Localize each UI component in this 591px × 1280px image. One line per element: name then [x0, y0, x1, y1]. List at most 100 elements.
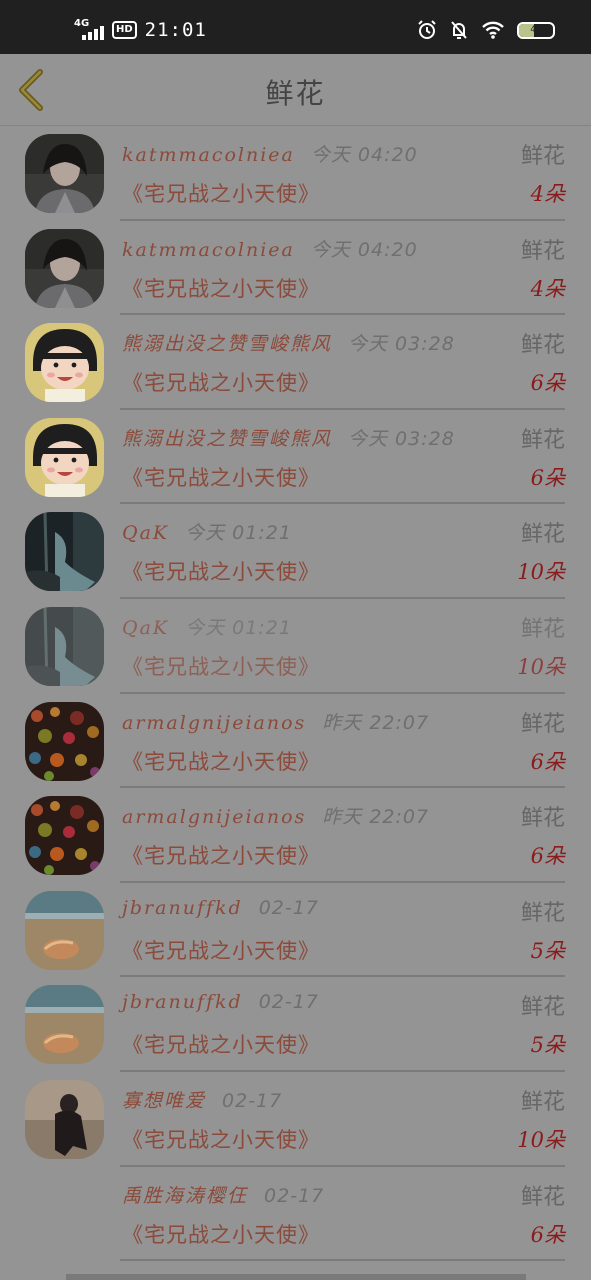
send-time: 今天 01:21	[185, 616, 292, 639]
sender-line: 熊溺出没之赞雪峻熊风 今天 03:28	[122, 329, 455, 356]
sender-line: QaK 今天 01:21	[122, 613, 292, 640]
hd-badge: HD	[112, 21, 137, 39]
avatar[interactable]	[25, 417, 104, 497]
send-time: 今天 04:20	[310, 144, 418, 166]
sender-name[interactable]: QaK	[122, 522, 169, 544]
sender-name[interactable]: 熊溺出没之赞雪峻熊风	[122, 333, 332, 355]
avatar[interactable]	[25, 512, 104, 592]
sender-name[interactable]: 禹胜海涛樱仼	[122, 1185, 248, 1207]
avatar[interactable]	[25, 134, 104, 213]
list-item[interactable]: katmmacolniea 今天 04:20 鲜花 《宅兄战之小天使》 4朵	[0, 126, 591, 221]
book-title[interactable]: 《宅兄战之小天使》	[122, 367, 320, 397]
sender-name[interactable]: jbranuffkd	[122, 897, 243, 919]
page-title: 鲜花	[265, 77, 326, 110]
book-title[interactable]: 《宅兄战之小天使》	[122, 840, 320, 870]
list-item[interactable]: armalgnijeianos 昨天 22:07 鲜花《宅兄战之小天使》 6朵	[0, 788, 591, 883]
sender-line: katmmacolniea 今天 04:20	[122, 235, 418, 262]
book-title[interactable]: 《宅兄战之小天使》	[122, 556, 320, 586]
list-item[interactable]: 禹胜海涛樱仼 02-17 鲜花《宅兄战之小天使》 6朵	[0, 1167, 591, 1262]
avatar[interactable]	[25, 796, 104, 876]
flower-count: 6朵	[530, 749, 565, 774]
avatar[interactable]	[25, 323, 104, 403]
book-title[interactable]: 《宅兄战之小天使》	[122, 462, 320, 492]
send-time: 02-17	[264, 1184, 325, 1207]
alarm-icon	[418, 20, 436, 39]
avatar[interactable]	[25, 701, 104, 781]
list-item[interactable]: katmmacolniea 今天 04:20 鲜花《宅兄战之小天使》 4朵	[0, 221, 591, 316]
flower-count: 10朵	[517, 1127, 565, 1152]
flower-count: 4朵	[530, 276, 565, 301]
send-time: 今天 01:21	[185, 522, 292, 545]
sender-name[interactable]: jbranuffkd	[122, 991, 243, 1013]
flower-record-list: katmmacolniea 今天 04:20 鲜花 《宅兄战之小天使》 4朵 katmma…	[0, 126, 591, 1262]
send-time: 02-17	[222, 1089, 283, 1112]
sender-line: armalgnijeianos 昨天 22:07	[122, 802, 429, 829]
wifi-icon	[482, 21, 504, 39]
avatar[interactable]	[25, 890, 104, 970]
list-item[interactable]: jbranuffkd 02-17 鲜花《宅兄战之小天使》 5朵	[0, 977, 591, 1072]
send-time: 昨天 22:07	[322, 806, 430, 829]
list-item[interactable]: jbranuffkd 02-17 鲜花 《宅兄战之小天使》 5朵	[0, 883, 591, 978]
book-title[interactable]: 《宅兄战之小天使》	[122, 1219, 320, 1249]
sender-line: 熊溺出没之赞雪峻熊风 今天 03:28	[122, 424, 455, 451]
sender-line: QaK 今天 01:21	[122, 518, 292, 545]
book-title[interactable]: 《宅兄战之小天使》	[122, 273, 320, 303]
gift-type: 鲜花	[520, 616, 565, 642]
sender-name[interactable]: armalgnijeianos	[122, 806, 306, 828]
battery-icon: 45	[517, 21, 555, 39]
send-time: 今天 03:28	[348, 333, 455, 356]
list-item[interactable]: 熊溺出没之赞雪峻熊风 今天 03:28 鲜花 《宅兄战之小天使》 6朵	[0, 410, 591, 505]
flower-count: 5朵	[530, 938, 565, 963]
flower-count: 6朵	[530, 844, 565, 869]
sender-name[interactable]: QaK	[122, 617, 169, 639]
row-divider	[120, 1259, 565, 1262]
sender-line: jbranuffkd 02-17	[122, 897, 319, 919]
book-title[interactable]: 《宅兄战之小天使》	[122, 746, 320, 776]
book-title[interactable]: 《宅兄战之小天使》	[122, 1029, 320, 1059]
status-time: 21:01	[144, 19, 207, 41]
app-header: 鲜花	[0, 54, 591, 126]
list-item[interactable]: 寡想唯爱 02-17 鲜花《宅兄战之小天使》 10朵	[0, 1072, 591, 1167]
status-left: 4G HD 21:01	[74, 18, 207, 42]
flower-count: 5朵	[530, 1033, 565, 1058]
gift-type: 鲜花	[520, 806, 565, 832]
sender-name[interactable]: 熊溺出没之赞雪峻熊风	[122, 428, 332, 450]
flower-count: 6朵	[530, 371, 565, 396]
book-title[interactable]: 《宅兄战之小天使》	[122, 178, 320, 208]
sender-line: 寡想唯爱 02-17	[122, 1086, 282, 1113]
gift-type: 鲜花	[520, 522, 565, 548]
sender-line: 禹胜海涛樱仼 02-17	[122, 1181, 324, 1208]
list-item[interactable]: 熊溺出没之赞雪峻熊风 今天 03:28 鲜花 《宅兄战之小天使》 6朵	[0, 315, 591, 410]
sender-line: jbranuffkd 02-17	[122, 991, 319, 1013]
list-item[interactable]: QaK 今天 01:21 鲜花《宅兄战之小天使》 10朵	[0, 599, 591, 694]
avatar[interactable]	[25, 228, 104, 308]
list-item[interactable]: QaK 今天 01:21 鲜花 《宅兄战之小天使》 10朵	[0, 504, 591, 599]
gift-type: 鲜花	[520, 1089, 565, 1115]
mute-bell-icon	[451, 21, 467, 39]
sender-name[interactable]: katmmacolniea	[122, 144, 295, 166]
status-right: 45	[417, 20, 555, 40]
book-title[interactable]: 《宅兄战之小天使》	[122, 651, 320, 681]
gift-type: 鲜花	[520, 144, 565, 169]
send-time: 昨天 22:07	[322, 711, 430, 734]
bottom-strip	[66, 1274, 526, 1280]
avatar[interactable]	[25, 606, 104, 686]
flower-count: 6朵	[530, 1222, 565, 1247]
book-title[interactable]: 《宅兄战之小天使》	[122, 935, 320, 965]
gift-type: 鲜花	[520, 427, 565, 453]
avatar[interactable]	[25, 1079, 104, 1159]
avatar[interactable]	[25, 985, 104, 1065]
book-title[interactable]: 《宅兄战之小天使》	[122, 1124, 320, 1154]
list-item[interactable]: armalgnijeianos 昨天 22:07 鲜花《宅兄战之小天使》 6朵	[0, 694, 591, 789]
sender-line: armalgnijeianos 昨天 22:07	[122, 708, 429, 735]
sender-name[interactable]: katmmacolniea	[122, 239, 295, 261]
sender-name[interactable]: armalgnijeianos	[122, 712, 306, 734]
gift-type: 鲜花	[520, 995, 565, 1021]
flower-count: 10朵	[517, 654, 565, 679]
sender-line: katmmacolniea 今天 04:20	[122, 140, 418, 167]
gift-type: 鲜花	[520, 238, 565, 264]
signal-icon: 4G	[74, 18, 104, 42]
gift-type: 鲜花	[520, 711, 565, 737]
sender-name[interactable]: 寡想唯爱	[122, 1090, 206, 1112]
gift-type: 鲜花	[520, 1184, 565, 1210]
